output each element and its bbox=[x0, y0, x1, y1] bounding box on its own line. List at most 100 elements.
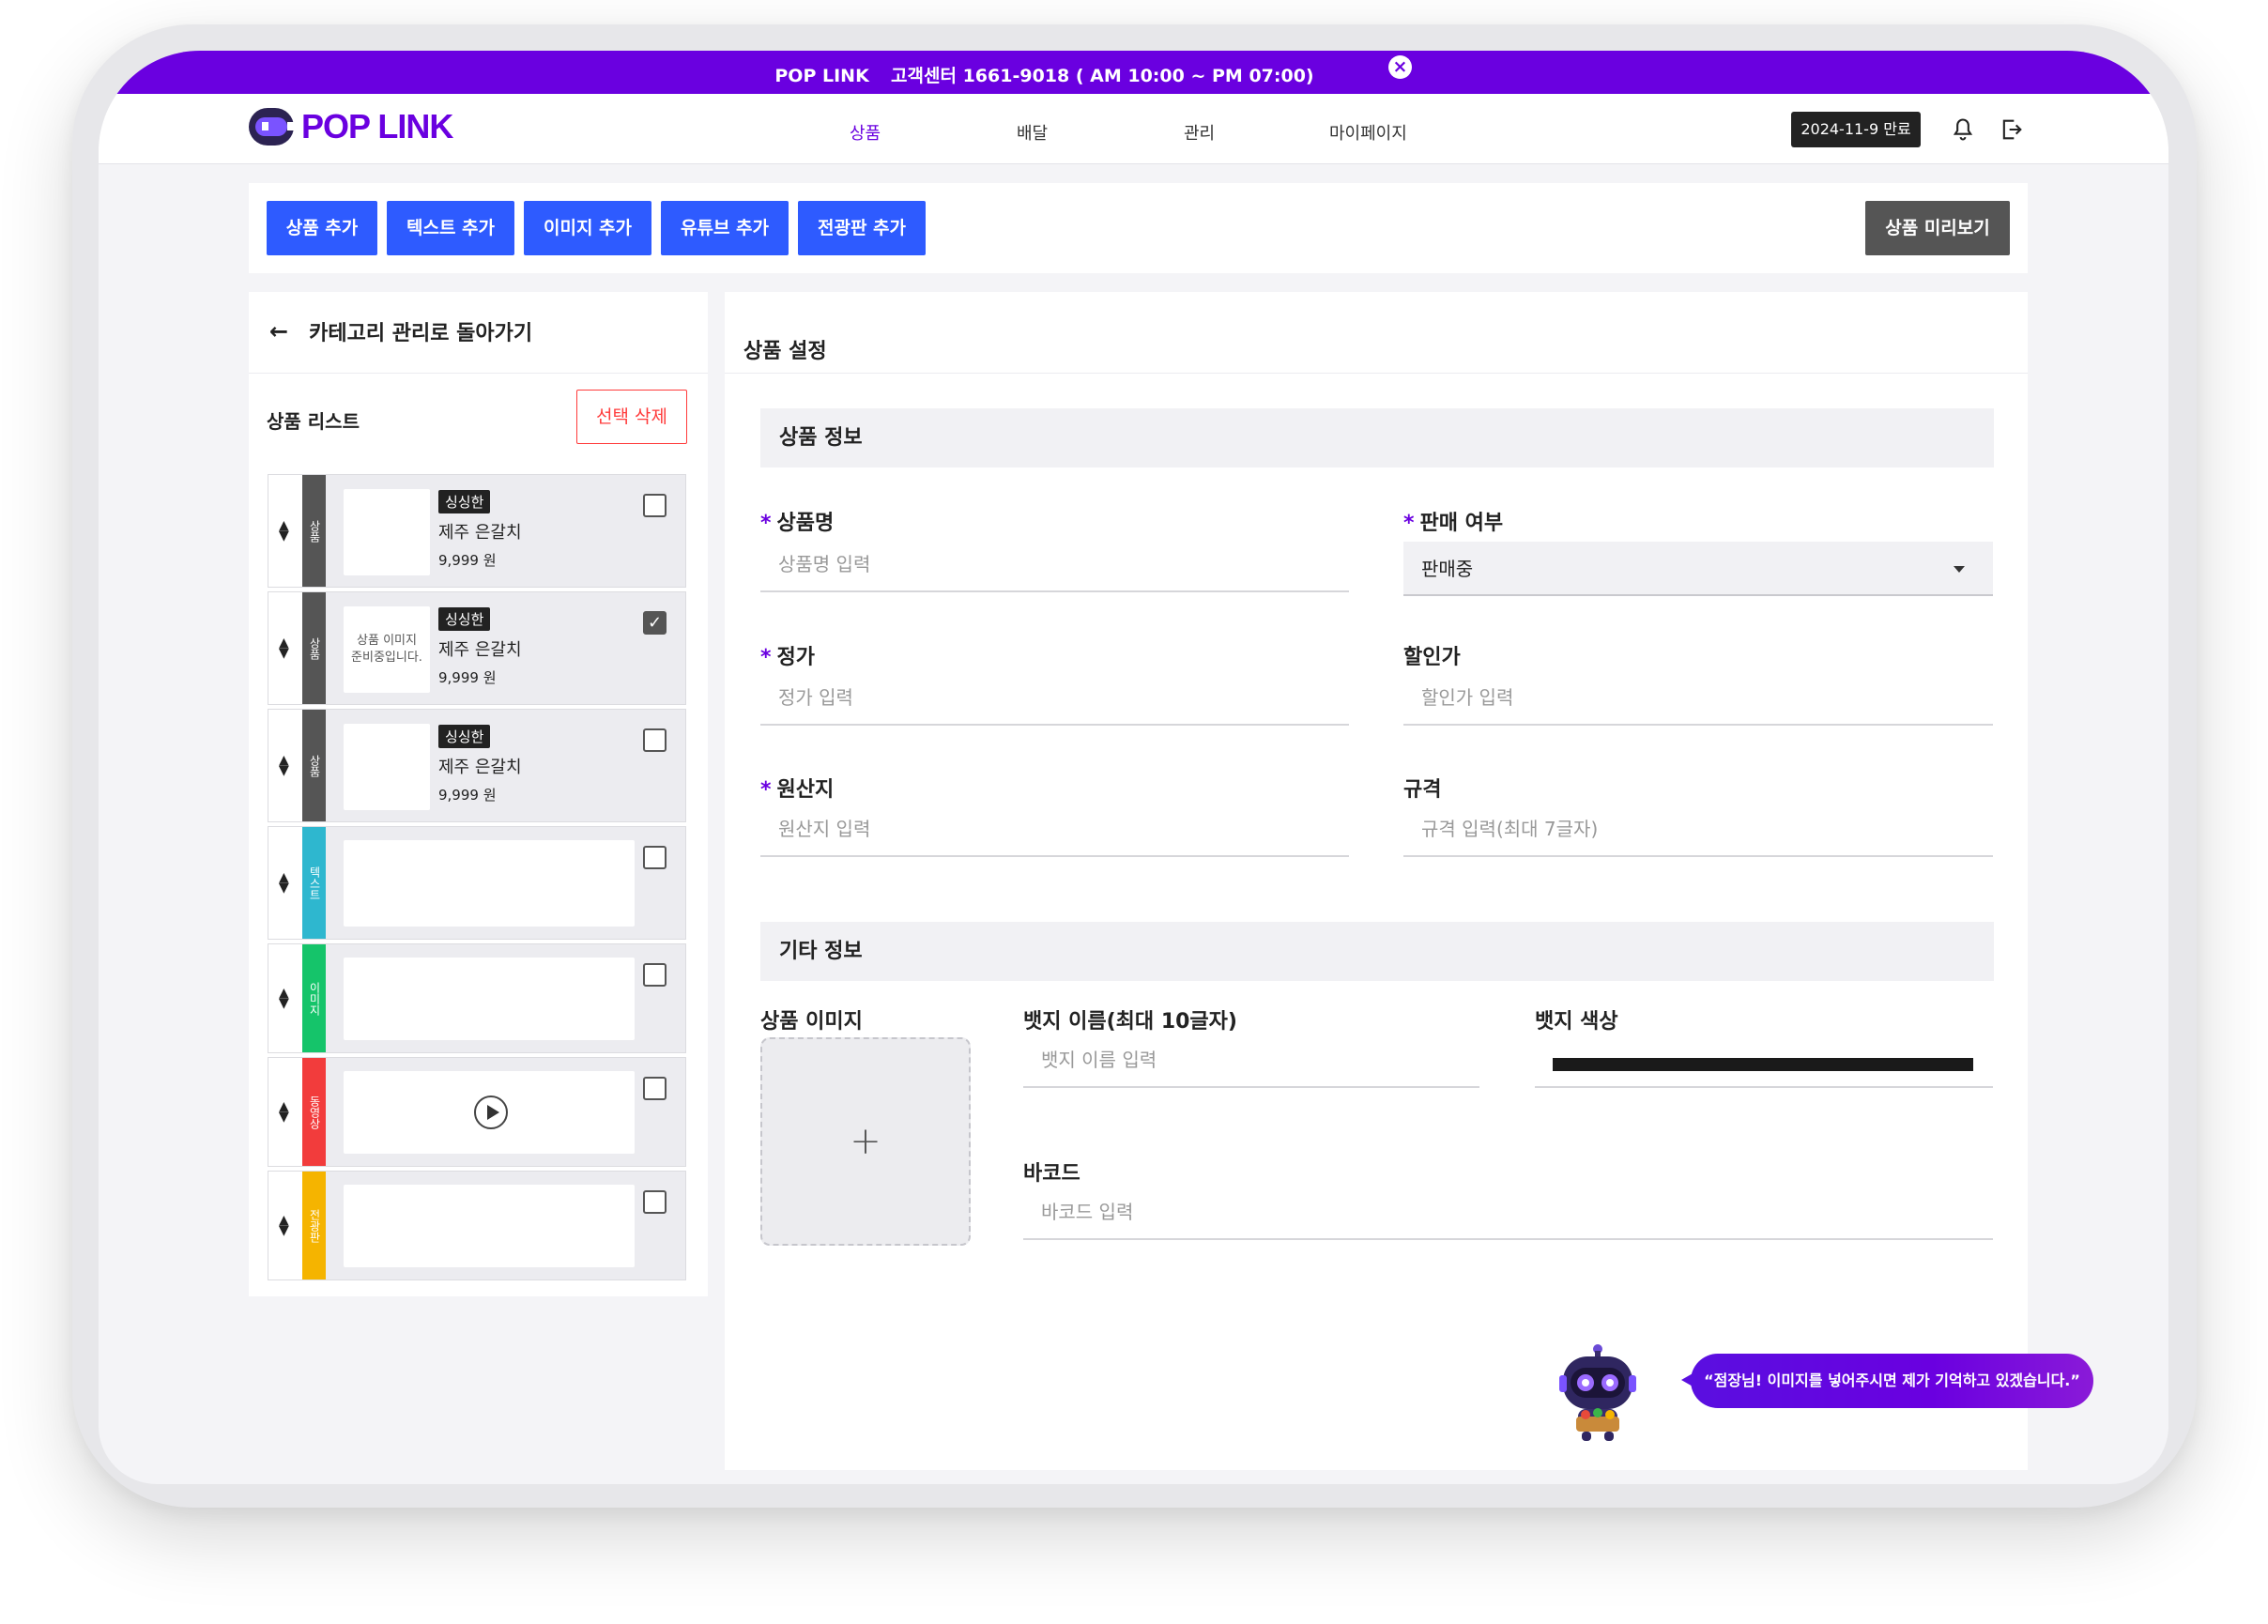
spec-field[interactable] bbox=[1403, 803, 1993, 857]
item-badge: 싱싱한 bbox=[438, 725, 491, 748]
item-price: 9,999 원 bbox=[438, 669, 497, 686]
delete-selected-button[interactable]: 선택 삭제 bbox=[576, 390, 687, 444]
badge-color-label: 뱃지 색상 bbox=[1535, 1010, 1618, 1034]
product-name-field[interactable] bbox=[760, 538, 1349, 592]
product-thumbnail bbox=[344, 724, 430, 810]
type-band: 전광판 bbox=[302, 1172, 326, 1279]
discount-input[interactable] bbox=[1403, 671, 1993, 724]
section-etc-info: 기타 정보 bbox=[760, 922, 1994, 981]
nav-item-delivery[interactable]: 배달 bbox=[1017, 120, 1048, 145]
add-board-button[interactable]: 전광판 추가 bbox=[798, 201, 926, 255]
origin-input[interactable] bbox=[760, 803, 1349, 855]
logo-text: POP LINK bbox=[301, 107, 453, 146]
product-settings-panel: 상품 설정 상품 정보 *상품명 *판매 여부 판매중 *정가 할인가 *원산지… bbox=[725, 292, 2028, 1470]
back-arrow-icon: ← bbox=[269, 318, 289, 345]
toolbar: 상품 추가 텍스트 추가 이미지 추가 유튜브 추가 전광판 추가 상품 미리보… bbox=[249, 183, 2028, 273]
drag-handle-icon[interactable]: ▲ ▼ bbox=[268, 710, 302, 821]
badge-name-field[interactable] bbox=[1023, 1034, 1479, 1088]
item-checkbox[interactable] bbox=[643, 728, 667, 752]
badge-color-picker[interactable] bbox=[1535, 1034, 1993, 1088]
barcode-label: 바코드 bbox=[1023, 1162, 1080, 1186]
product-thumbnail bbox=[344, 489, 430, 575]
drag-handle-icon[interactable]: ▲ ▼ bbox=[268, 1058, 302, 1166]
play-icon[interactable] bbox=[474, 1095, 508, 1129]
sale-status-label: * 판매 여부 bbox=[1403, 512, 1504, 535]
expire-badge: 2024-11-9 만료 bbox=[1791, 112, 1921, 147]
type-band: 이미지 bbox=[302, 944, 326, 1052]
text-preview bbox=[344, 840, 635, 927]
add-text-button[interactable]: 텍스트 추가 bbox=[387, 201, 514, 255]
drag-handle-icon[interactable]: ▲ ▼ bbox=[268, 1172, 302, 1279]
list-item[interactable]: ▲ ▼ 상품 싱싱한 제주 은갈치 9,999 원 bbox=[268, 709, 686, 822]
spec-input[interactable] bbox=[1403, 803, 1993, 855]
origin-field[interactable] bbox=[760, 803, 1349, 857]
type-band: 텍스트 bbox=[302, 827, 326, 939]
nav-item-mypage[interactable]: 마이페이지 bbox=[1329, 120, 1407, 145]
list-item-text[interactable]: ▲ ▼ 텍스트 bbox=[268, 826, 686, 940]
item-checkbox[interactable] bbox=[643, 963, 667, 987]
announcement-brand: POP LINK bbox=[774, 66, 869, 86]
badge-name-input[interactable] bbox=[1023, 1034, 1479, 1086]
product-preview-button[interactable]: 상품 미리보기 bbox=[1865, 201, 2010, 255]
item-price: 9,999 원 bbox=[438, 787, 497, 804]
drag-handle-icon[interactable]: ▲ ▼ bbox=[268, 827, 302, 939]
badge-color-swatch[interactable] bbox=[1553, 1058, 1973, 1071]
app-screen: POP LINK 고객센터 1661-9018 ( AM 10:00 ~ PM … bbox=[99, 51, 2168, 1484]
announcement-bar: POP LINK 고객센터 1661-9018 ( AM 10:00 ~ PM … bbox=[99, 51, 2168, 94]
image-upload-dropzone[interactable]: + bbox=[760, 1037, 971, 1246]
product-list: ▲ ▼ 상품 싱싱한 제주 은갈치 9,999 원 ▲ ▼ 상품 상품 이미지 준비… bbox=[268, 474, 686, 1284]
caret-down-icon bbox=[1954, 566, 1965, 573]
bell-icon[interactable] bbox=[1950, 116, 1976, 143]
section-product-info: 상품 정보 bbox=[760, 408, 1994, 467]
logout-icon[interactable] bbox=[1999, 116, 2025, 143]
drag-handle-icon[interactable]: ▲ ▼ bbox=[268, 944, 302, 1052]
type-band: 상품 bbox=[302, 475, 326, 587]
product-name-label: * 상품명 bbox=[760, 512, 835, 535]
sale-status-select[interactable]: 판매중 bbox=[1403, 542, 1993, 596]
settings-title: 상품 설정 bbox=[743, 340, 827, 363]
list-item[interactable]: ▲ ▼ 상품 상품 이미지 준비중입니다. 싱싱한 제주 은갈치 9,999 원 … bbox=[268, 591, 686, 705]
add-product-button[interactable]: 상품 추가 bbox=[267, 201, 377, 255]
price-field[interactable] bbox=[760, 671, 1349, 726]
item-checkbox[interactable] bbox=[643, 1190, 667, 1214]
barcode-field[interactable] bbox=[1023, 1186, 1993, 1240]
item-name: 제주 은갈치 bbox=[438, 758, 522, 777]
item-badge: 싱싱한 bbox=[438, 607, 491, 631]
back-to-category-link[interactable]: ← 카테고리 관리로 돌아가기 bbox=[269, 316, 532, 346]
add-image-button[interactable]: 이미지 추가 bbox=[524, 201, 651, 255]
barcode-input[interactable] bbox=[1023, 1186, 1993, 1238]
price-input[interactable] bbox=[760, 671, 1349, 724]
item-name: 제주 은갈치 bbox=[438, 640, 522, 660]
type-band: 상품 bbox=[302, 592, 326, 704]
discount-field[interactable] bbox=[1403, 671, 1993, 726]
nav-item-manage[interactable]: 관리 bbox=[1184, 120, 1215, 145]
back-label: 카테고리 관리로 돌아가기 bbox=[309, 322, 533, 345]
item-checkbox[interactable] bbox=[643, 494, 667, 517]
sale-status-value: 판매중 bbox=[1421, 558, 1474, 580]
product-thumbnail: 상품 이미지 준비중입니다. bbox=[344, 606, 430, 693]
logo[interactable]: POP LINK bbox=[249, 107, 453, 146]
item-checkbox[interactable] bbox=[643, 1077, 667, 1100]
list-item-image[interactable]: ▲ ▼ 이미지 bbox=[268, 943, 686, 1053]
discount-label: 할인가 bbox=[1403, 646, 1461, 669]
close-icon[interactable]: × bbox=[1388, 55, 1412, 79]
board-preview bbox=[344, 1185, 635, 1267]
item-badge: 싱싱한 bbox=[438, 490, 491, 513]
item-checkbox[interactable] bbox=[643, 846, 667, 869]
product-name-input[interactable] bbox=[760, 538, 1349, 590]
plus-icon: + bbox=[850, 1120, 881, 1163]
add-youtube-button[interactable]: 유튜브 추가 bbox=[661, 201, 789, 255]
list-item-video[interactable]: ▲ ▼ 동영상 bbox=[268, 1057, 686, 1167]
type-band: 동영상 bbox=[302, 1058, 326, 1166]
drag-handle-icon[interactable]: ▲ ▼ bbox=[268, 475, 302, 587]
badge-name-label: 뱃지 이름(최대 10글자) bbox=[1023, 1010, 1237, 1034]
drag-handle-icon[interactable]: ▲ ▼ bbox=[268, 592, 302, 704]
nav-item-product[interactable]: 상품 bbox=[850, 120, 881, 145]
robot-mascot-icon bbox=[1559, 1344, 1636, 1441]
spec-label: 규격 bbox=[1403, 778, 1442, 802]
item-checkbox-checked[interactable]: ✓ bbox=[643, 611, 667, 635]
list-item-board[interactable]: ▲ ▼ 전광판 bbox=[268, 1171, 686, 1280]
list-item[interactable]: ▲ ▼ 상품 싱싱한 제주 은갈치 9,999 원 bbox=[268, 474, 686, 588]
app-header: POP LINK 상품 배달 관리 마이페이지 2024-11-9 만료 bbox=[99, 94, 2168, 164]
product-list-panel: ← 카테고리 관리로 돌아가기 상품 리스트 선택 삭제 ▲ ▼ 상품 싱싱한 제… bbox=[249, 292, 708, 1296]
